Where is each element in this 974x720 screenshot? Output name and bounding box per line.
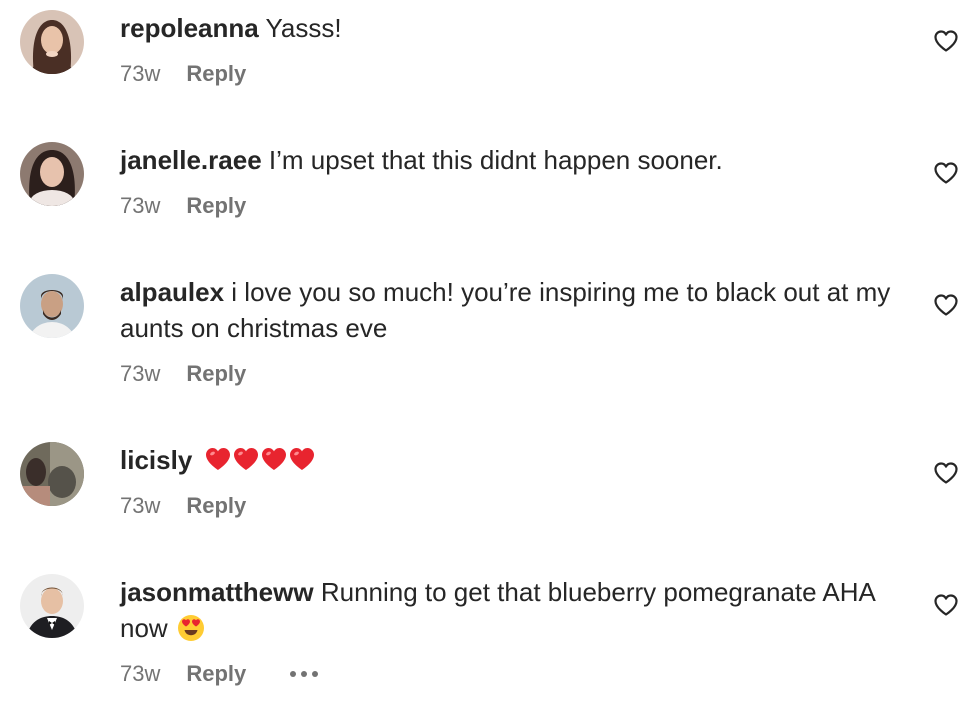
comment-username[interactable]: jasonmattheww <box>120 577 314 607</box>
heart-outline-icon <box>934 30 958 52</box>
comment-content: Yasss! <box>265 13 342 43</box>
red-heart-emoji <box>233 448 258 470</box>
avatar-image <box>20 10 84 74</box>
comment-timestamp[interactable]: 73w <box>120 492 160 520</box>
reply-button[interactable]: Reply <box>186 192 246 220</box>
more-dot <box>290 671 297 677</box>
comment-meta: 73w Reply <box>120 360 910 388</box>
reply-button[interactable]: Reply <box>186 492 246 520</box>
comment-text: licisly <box>120 442 910 478</box>
avatar-image <box>20 274 84 338</box>
reply-button[interactable]: Reply <box>186 360 246 388</box>
avatar[interactable] <box>20 10 84 74</box>
red-heart-emoji <box>205 448 230 470</box>
comment-content: i love you so much! you’re inspiring me … <box>120 277 891 343</box>
avatar[interactable] <box>20 574 84 638</box>
comment-meta: 73w Reply <box>120 192 910 220</box>
comment-username[interactable]: repoleanna <box>120 13 259 43</box>
avatar[interactable] <box>20 274 84 338</box>
like-button[interactable] <box>933 593 959 617</box>
comment-text: alpaulex i love you so much! you’re insp… <box>120 274 910 346</box>
red-heart-emoji <box>289 448 314 470</box>
comment-username[interactable]: alpaulex <box>120 277 224 307</box>
red-heart-emoji-group <box>204 446 316 472</box>
more-options-icon[interactable] <box>290 660 319 688</box>
comment-meta: 73w Reply <box>120 60 910 88</box>
reply-button[interactable]: Reply <box>186 60 246 88</box>
heart-eyes-emoji <box>177 615 204 641</box>
comment-timestamp[interactable]: 73w <box>120 60 160 88</box>
comment-timestamp[interactable]: 73w <box>120 360 160 388</box>
comment-meta: 73w Reply <box>120 660 910 688</box>
more-dot <box>301 671 308 677</box>
more-dot <box>312 671 319 677</box>
comment-meta: 73w Reply <box>120 492 910 520</box>
like-button[interactable] <box>933 29 959 53</box>
heart-outline-icon <box>934 462 958 484</box>
comment-content: I’m upset that this didnt happen sooner. <box>268 145 723 175</box>
heart-outline-icon <box>934 594 958 616</box>
comment-timestamp[interactable]: 73w <box>120 192 160 220</box>
reply-button[interactable]: Reply <box>186 660 246 688</box>
comment-text: jasonmattheww Running to get that bluebe… <box>120 574 910 646</box>
avatar[interactable] <box>20 142 84 206</box>
red-heart-emoji <box>261 448 286 470</box>
comment-username[interactable]: janelle.raee <box>120 145 262 175</box>
like-button[interactable] <box>933 161 959 185</box>
heart-outline-icon <box>934 294 958 316</box>
avatar[interactable] <box>20 442 84 506</box>
like-button[interactable] <box>933 293 959 317</box>
comment-text: repoleanna Yasss! <box>120 10 910 46</box>
like-button[interactable] <box>933 461 959 485</box>
comment-timestamp[interactable]: 73w <box>120 660 160 688</box>
heart-outline-icon <box>934 162 958 184</box>
avatar-image <box>20 142 84 206</box>
comment-text: janelle.raee I’m upset that this didnt h… <box>120 142 910 178</box>
avatar-image <box>20 574 84 638</box>
comment-username[interactable]: licisly <box>120 445 192 475</box>
avatar-image <box>20 442 84 506</box>
